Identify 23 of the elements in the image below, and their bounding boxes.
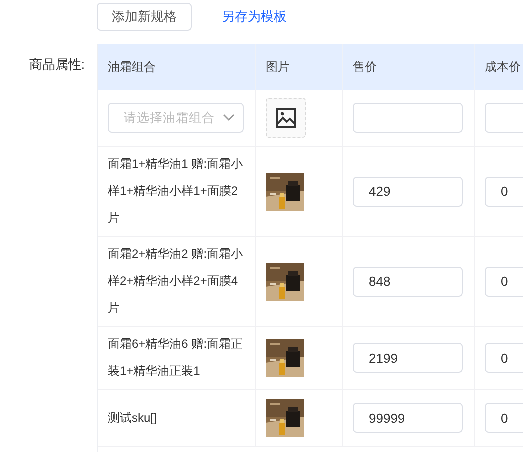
column-header: 图片 xyxy=(256,44,343,90)
price-field[interactable]: 429 xyxy=(353,176,463,206)
cost-field[interactable]: 0 xyxy=(485,403,523,433)
price-field[interactable]: 99999 xyxy=(353,403,463,433)
image-upload[interactable] xyxy=(266,98,306,138)
save-template-link[interactable]: 另存为模板 xyxy=(222,8,287,26)
cost-field[interactable]: 0 xyxy=(485,176,523,206)
price-field[interactable]: 2199 xyxy=(353,343,463,373)
image-icon xyxy=(276,108,296,128)
price-field[interactable]: 848 xyxy=(353,266,463,296)
combo-name: 面霜6+精华油6 赠:面霜正装1+精华油正装1 xyxy=(108,336,244,380)
cost-field[interactable]: 0 xyxy=(485,266,523,296)
combo-name: 测试sku[] xyxy=(108,410,158,426)
add-spec-button[interactable]: 添加新规格 xyxy=(97,3,192,31)
price-field[interactable] xyxy=(353,103,463,133)
combo-name: 面霜1+精华油1 赠:面霜小样1+精华油小样1+面膜2片 xyxy=(108,156,244,227)
chevron-icon xyxy=(223,114,235,122)
column-header: 油霜组合 xyxy=(98,44,256,90)
column-header: 成本价 xyxy=(475,44,523,90)
section-label: 商品属性: xyxy=(28,56,86,74)
cost-field[interactable]: 0 xyxy=(485,343,523,373)
column-header: 售价 xyxy=(343,44,475,90)
combo-name: 面霜2+精华油2 赠:面霜小样2+精华油小样2+面膜4片 xyxy=(108,246,244,317)
